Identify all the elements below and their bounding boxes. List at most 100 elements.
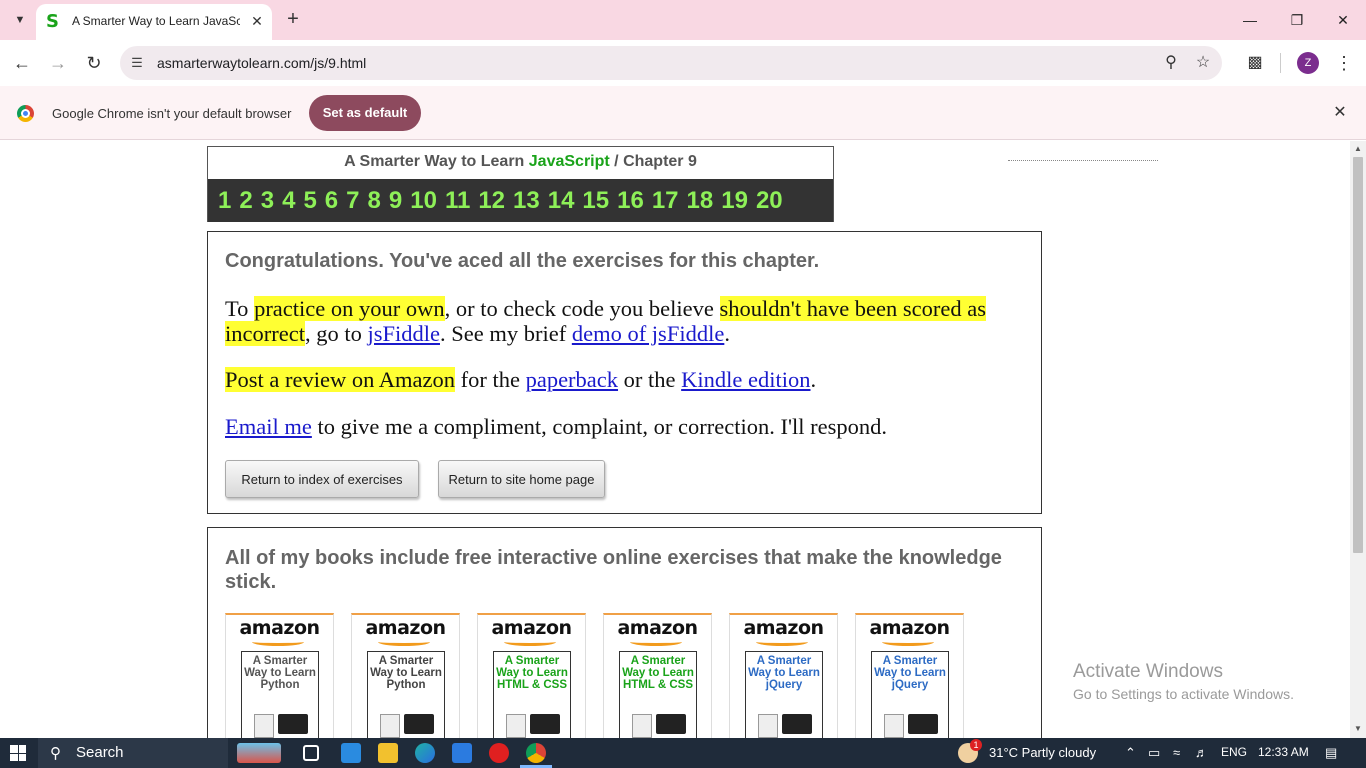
mail-icon[interactable] xyxy=(341,743,361,763)
chapter-link-11[interactable]: 11 xyxy=(445,187,470,215)
jsfiddle-link[interactable]: jsFiddle xyxy=(367,321,440,346)
book-cover[interactable]: A Smarter Way to Learn Python xyxy=(241,651,319,738)
chapter-link-10[interactable]: 10 xyxy=(410,187,437,215)
new-tab-plus-icon[interactable]: + xyxy=(282,8,304,30)
book-cover-title: A Smarter Way to Learn jQuery xyxy=(874,655,946,691)
infobar-close-icon[interactable]: ✕ xyxy=(1330,103,1350,123)
book-tile[interactable]: amazon A Smarter Way to Learn jQuery xyxy=(729,613,838,738)
zoom-icon[interactable]: ⚲ xyxy=(1161,53,1181,73)
book-cover[interactable]: A Smarter Way to Learn jQuery xyxy=(871,651,949,738)
weather-text[interactable]: 31°C Partly cloudy xyxy=(989,745,1096,760)
book-cover[interactable]: A Smarter Way to Learn Python xyxy=(367,651,445,738)
opera-icon[interactable] xyxy=(489,743,509,763)
page-viewport: A Smarter Way to Learn JavaScript / Chap… xyxy=(0,141,1350,738)
book-cover[interactable]: A Smarter Way to Learn HTML & CSS xyxy=(493,651,571,738)
scroll-down-arrow-icon[interactable]: ▼ xyxy=(1353,724,1363,734)
store-icon[interactable] xyxy=(452,743,472,763)
p1-text-c: , go to xyxy=(304,321,368,346)
practice-paragraph: To practice on your own, or to check cod… xyxy=(225,296,1030,346)
return-to-index-button[interactable]: Return to index of exercises xyxy=(225,460,419,498)
chapter-link-13[interactable]: 13 xyxy=(513,187,540,215)
amazon-logo: amazon xyxy=(365,617,446,639)
chapter-link-18[interactable]: 18 xyxy=(687,187,714,215)
bookmark-star-icon[interactable]: ☆ xyxy=(1193,53,1213,73)
profile-avatar[interactable]: Z xyxy=(1297,52,1319,74)
congrats-panel: Congratulations. You've aced all the exe… xyxy=(207,231,1042,514)
battery-icon[interactable]: ▭ xyxy=(1148,745,1160,761)
book-cover[interactable]: A Smarter Way to Learn jQuery xyxy=(745,651,823,738)
dotted-line xyxy=(1008,160,1158,161)
chapter-title: A Smarter Way to Learn JavaScript / Chap… xyxy=(208,147,833,179)
show-hidden-icons-chevron-icon[interactable]: ⌃ xyxy=(1125,745,1136,761)
chrome-logo-icon xyxy=(17,105,34,122)
book-cover-title: A Smarter Way to Learn Python xyxy=(370,655,442,691)
reload-icon[interactable]: ↻ xyxy=(83,52,105,74)
book-tile[interactable]: amazon A Smarter Way to Learn Python xyxy=(351,613,460,738)
chapter-link-8[interactable]: 8 xyxy=(368,187,381,215)
back-arrow-icon[interactable]: ← xyxy=(11,52,33,74)
chapter-link-16[interactable]: 16 xyxy=(617,187,644,215)
chapter-link-19[interactable]: 19 xyxy=(721,187,748,215)
taskbar-search[interactable]: ⚲ Search xyxy=(38,738,228,768)
book-cover-title: A Smarter Way to Learn Python xyxy=(244,655,316,691)
p2-text-b: or the xyxy=(618,367,682,392)
windows-start-icon[interactable] xyxy=(10,745,26,761)
kindle-edition-link[interactable]: Kindle edition xyxy=(681,367,810,392)
chapter-title-prefix: A Smarter Way to Learn xyxy=(344,153,525,170)
tab-search-chevron-icon[interactable]: ▼ xyxy=(8,8,32,32)
restore-icon[interactable]: ❐ xyxy=(1287,10,1307,30)
extensions-puzzle-icon[interactable]: ▩ xyxy=(1244,52,1266,74)
chapter-link-15[interactable]: 15 xyxy=(582,187,609,215)
language-indicator[interactable]: ENG xyxy=(1221,745,1247,759)
default-browser-infobar: Google Chrome isn't your default browser xyxy=(0,86,1366,140)
chapter-link-9[interactable]: 9 xyxy=(389,187,402,215)
chapter-link-6[interactable]: 6 xyxy=(325,187,338,215)
address-bar[interactable]: ☰ asmarterwaytolearn.com/js/9.html ⚲ ☆ xyxy=(120,46,1222,80)
chapter-link-3[interactable]: 3 xyxy=(261,187,274,215)
chapter-link-14[interactable]: 14 xyxy=(548,187,575,215)
email-me-link[interactable]: Email me xyxy=(225,414,312,439)
chapter-link-2[interactable]: 2 xyxy=(239,187,252,215)
chapter-link-5[interactable]: 5 xyxy=(303,187,316,215)
wifi-icon[interactable]: ≈ xyxy=(1173,745,1180,760)
book-tile[interactable]: amazon A Smarter Way to Learn jQuery xyxy=(855,613,964,738)
site-info-icon[interactable]: ☰ xyxy=(128,54,146,72)
tab-close-icon[interactable]: ✕ xyxy=(248,12,266,30)
scroll-up-arrow-icon[interactable]: ▲ xyxy=(1353,144,1363,154)
volume-icon[interactable]: ♬ xyxy=(1195,745,1208,760)
chapter-link-7[interactable]: 7 xyxy=(346,187,359,215)
forward-arrow-icon[interactable]: → xyxy=(47,52,69,74)
demo-jsfiddle-link[interactable]: demo of jsFiddle xyxy=(572,321,725,346)
scroll-thumb[interactable] xyxy=(1353,157,1363,553)
paperback-link[interactable]: paperback xyxy=(526,367,618,392)
book-tile[interactable]: amazon A Smarter Way to Learn HTML & CSS xyxy=(477,613,586,738)
url-text[interactable]: asmarterwaytolearn.com/js/9.html xyxy=(157,55,366,71)
clock[interactable]: 12:33 AM xyxy=(1258,745,1309,759)
chrome-taskbar-icon[interactable] xyxy=(526,743,546,763)
notification-center-icon[interactable]: ▤ xyxy=(1325,745,1337,761)
chapter-link-12[interactable]: 12 xyxy=(478,187,505,215)
laptop-icon xyxy=(656,714,686,734)
chapter-link-17[interactable]: 17 xyxy=(652,187,679,215)
file-explorer-icon[interactable] xyxy=(378,743,398,763)
chapter-link-4[interactable]: 4 xyxy=(282,187,295,215)
book-tile[interactable]: amazon A Smarter Way to Learn HTML & CSS xyxy=(603,613,712,738)
active-tab[interactable]: S A Smarter Way to Learn JavaSc ✕ xyxy=(36,4,272,40)
chapter-link-1[interactable]: 1 xyxy=(218,187,231,215)
amazon-smile-icon xyxy=(378,638,430,646)
amazon-smile-icon xyxy=(252,638,304,646)
set-as-default-button[interactable]: Set as default xyxy=(309,95,421,131)
laptop-icon xyxy=(278,714,308,734)
widgets-icon[interactable] xyxy=(237,743,281,763)
kebab-menu-icon[interactable]: ⋮ xyxy=(1334,52,1354,74)
minimize-icon[interactable]: — xyxy=(1240,10,1260,30)
book-tile[interactable]: amazon A Smarter Way to Learn Python xyxy=(225,613,334,738)
edge-icon[interactable] xyxy=(415,743,435,763)
window-close-icon[interactable]: ✕ xyxy=(1333,10,1353,30)
return-to-home-button[interactable]: Return to site home page xyxy=(438,460,605,498)
book-cover[interactable]: A Smarter Way to Learn HTML & CSS xyxy=(619,651,697,738)
task-view-icon[interactable] xyxy=(303,745,319,761)
chapter-link-20[interactable]: 20 xyxy=(756,187,783,215)
document-icon xyxy=(632,714,652,738)
page-scrollbar[interactable]: ▲ ▼ xyxy=(1350,141,1366,738)
